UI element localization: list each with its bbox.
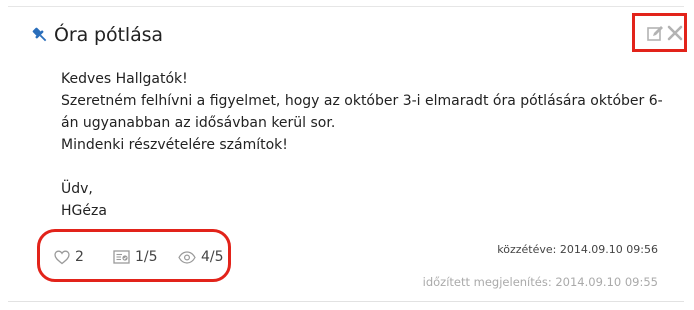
- body-line: Mindenki részvételére számítok!: [61, 137, 288, 153]
- close-icon[interactable]: [667, 25, 683, 41]
- scheduled-timestamp: időzített megjelenítés: 2014.09.10 09:55: [422, 275, 658, 289]
- body-line: án ugyanabban az idősávban kerül sor.: [61, 115, 336, 131]
- post-actions: [632, 13, 687, 52]
- body-line: Kedves Hallgatók!: [61, 71, 188, 87]
- body-line: Üdv,: [61, 181, 93, 197]
- body-line: HGéza: [61, 203, 107, 219]
- read-receipt-icon: [113, 249, 130, 264]
- edit-icon[interactable]: [647, 25, 664, 42]
- published-timestamp: közzétéve: 2014.09.10 09:56: [497, 243, 658, 256]
- like-stat[interactable]: 2: [54, 248, 84, 266]
- post-body: Kedves Hallgatók! Szeretném felhívni a f…: [61, 68, 671, 222]
- post-title: Óra pótlása: [54, 24, 163, 46]
- read-count: 1/5: [135, 249, 158, 265]
- body-line: Szeretném felhívni a figyelmet, hogy az …: [61, 93, 663, 109]
- view-stat[interactable]: 4/5: [178, 248, 224, 266]
- pin-icon: [30, 25, 50, 45]
- like-count: 2: [75, 249, 84, 265]
- post-stats: 2 1/5 4/5: [37, 229, 231, 282]
- heart-icon: [54, 250, 70, 264]
- eye-icon: [178, 250, 196, 264]
- read-stat[interactable]: 1/5: [113, 248, 158, 266]
- announcement-card: Óra pótlása Kedves Hallgatók! Szeretném …: [8, 6, 687, 302]
- view-count: 4/5: [201, 249, 224, 265]
